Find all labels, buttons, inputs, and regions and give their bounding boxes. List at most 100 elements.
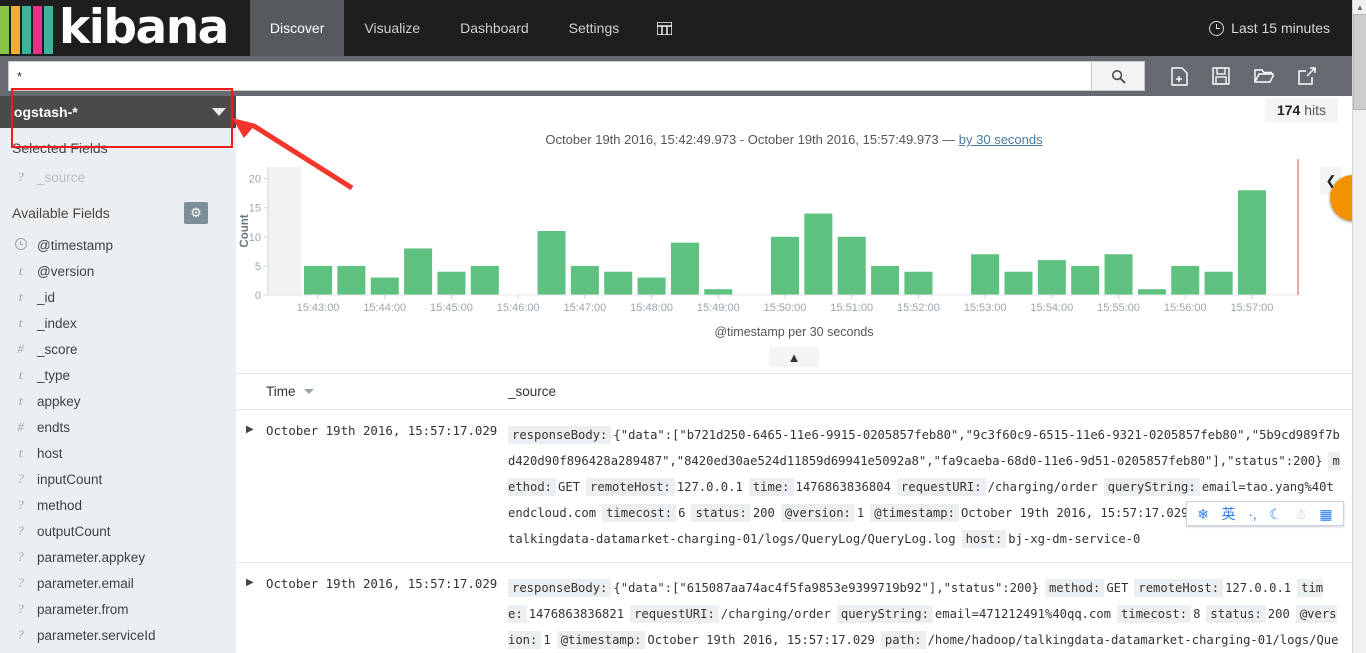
field-item-_index[interactable]: t _index	[0, 310, 236, 336]
field-type-unknown-icon: ?	[17, 471, 24, 486]
source-field-value: October 19th 2016, 15:57:17.029	[647, 633, 875, 647]
column-header-time-label: Time	[266, 384, 296, 399]
source-field-key: remoteHost:	[1134, 579, 1224, 597]
field-name: _id	[37, 289, 56, 305]
field-type-string-icon: t	[18, 289, 23, 304]
table-row[interactable]: ▶ October 19th 2016, 15:57:17.029 response…	[236, 563, 1352, 653]
field-name: method	[37, 497, 83, 513]
field-sidebar: logstash-* ❮ Selected Fields ?_source Av…	[0, 96, 236, 653]
source-field-value: 8	[1193, 607, 1201, 621]
open-search-icon[interactable]	[1254, 68, 1274, 84]
logo-bar	[22, 6, 31, 54]
field-item-_id[interactable]: t _id	[0, 284, 236, 310]
svg-text:15:52:00: 15:52:00	[897, 302, 940, 314]
field-name: parameter.email	[37, 575, 134, 591]
chart-interval-link[interactable]: by 30 seconds	[959, 132, 1043, 147]
scrollbar-thumb[interactable]	[1353, 14, 1366, 110]
english-mode-icon[interactable]: 英	[1222, 507, 1236, 521]
field-item-outputcount[interactable]: ? outputCount	[0, 518, 236, 544]
gear-icon[interactable]: ⚙	[184, 202, 208, 224]
nav-item-visualize[interactable]: Visualize	[344, 0, 440, 56]
source-field-key: responseBody:	[508, 579, 612, 597]
source-field-value: 127.0.0.1	[676, 480, 743, 494]
index-pattern-label: logstash-*	[10, 104, 78, 120]
hits-bar: 174 hits	[236, 96, 1352, 126]
column-header-source[interactable]: _source	[508, 384, 1352, 399]
field-item-_score[interactable]: # _score	[0, 336, 236, 362]
apps-grid-icon[interactable]: ▦	[1319, 507, 1332, 521]
field-item-endts[interactable]: # endts	[0, 414, 236, 440]
page-scrollbar[interactable]: ▲	[1352, 0, 1366, 653]
field-item-parameteremail[interactable]: ? parameter.email	[0, 570, 236, 596]
field-name: @version	[37, 263, 95, 279]
time-picker-button[interactable]: Last 15 minutes	[1209, 0, 1352, 56]
time-picker-label: Last 15 minutes	[1231, 20, 1330, 36]
field-type-string-icon: t	[18, 367, 23, 382]
svg-text:15:53:00: 15:53:00	[964, 302, 1007, 314]
field-item-_source[interactable]: ? _source	[0, 164, 236, 190]
source-field-value: 1	[856, 506, 865, 520]
moon-icon[interactable]: ☾	[1269, 507, 1282, 521]
nav-item-label: Settings	[568, 20, 620, 36]
field-item-host[interactable]: t host	[0, 440, 236, 466]
scroll-up-arrow[interactable]: ▲	[1353, 0, 1366, 14]
field-item-inputcount[interactable]: ? inputCount	[0, 466, 236, 492]
field-type-string-icon: t	[18, 263, 23, 278]
field-name: host	[37, 445, 63, 461]
field-item-method[interactable]: ? method	[0, 492, 236, 518]
column-header-time[interactable]: Time	[236, 384, 508, 399]
sort-descending-icon[interactable]	[304, 389, 315, 394]
field-name: _index	[37, 315, 77, 331]
svg-text:15:50:00: 15:50:00	[764, 302, 807, 314]
nav-item-settings[interactable]: Settings	[549, 0, 640, 56]
new-search-icon[interactable]	[1171, 66, 1188, 86]
selected-fields-list: ? _source	[0, 164, 236, 190]
svg-text:15:43:00: 15:43:00	[297, 302, 340, 314]
search-input[interactable]	[8, 61, 1091, 91]
share-search-icon[interactable]	[1298, 67, 1316, 85]
field-name: parameter.from	[37, 601, 129, 617]
expand-row-icon[interactable]: ▶	[236, 575, 266, 653]
field-item-appkey[interactable]: t appkey	[0, 388, 236, 414]
expand-row-icon[interactable]: ▶	[236, 422, 266, 552]
source-field-value: GET	[558, 480, 581, 494]
search-icon	[1111, 69, 1126, 84]
field-item-parameterappkey[interactable]: ? parameter.appkey	[0, 544, 236, 570]
svg-text:15:49:00: 15:49:00	[697, 302, 740, 314]
search-button[interactable]	[1091, 61, 1145, 91]
nav-item-discover[interactable]: Discover	[249, 0, 345, 64]
punctuation-icon[interactable]: ·,	[1248, 507, 1257, 521]
svg-text:15:45:00: 15:45:00	[430, 302, 473, 314]
source-field-key: @timestamp:	[870, 504, 959, 522]
table-row[interactable]: ▶ October 19th 2016, 15:57:17.029 response…	[236, 410, 1352, 563]
toggle-chart-button[interactable]: ▲	[769, 347, 819, 367]
kibana-logo: kibana	[0, 0, 229, 56]
source-field-value: {"data":["b721d250-6465-11e6-9915-020585…	[508, 428, 1340, 468]
nav-item-dashboard[interactable]: Dashboard	[440, 0, 549, 56]
available-fields-heading-row: Available Fields ⚙	[0, 190, 236, 232]
source-field-value: bj-xg-dm-service-0	[1008, 532, 1141, 546]
field-name: appkey	[37, 393, 81, 409]
documents-table: Time _source ▶ October 19th 2016, 15:57:1…	[236, 373, 1352, 653]
index-pattern-selector[interactable]: logstash-*	[0, 96, 236, 128]
source-field-value: GET	[1106, 581, 1129, 595]
nav-items: Discover Visualize Dashboard Settings	[249, 0, 640, 64]
paw-icon[interactable]: ❄	[1197, 507, 1209, 521]
source-field-value: 1476863836804	[795, 480, 891, 494]
save-search-icon[interactable]	[1212, 67, 1230, 85]
source-field-key: time:	[748, 478, 794, 496]
grid-icon[interactable]	[639, 0, 690, 56]
field-name: _type	[37, 367, 71, 383]
source-field-key: @version:	[780, 504, 855, 522]
source-field-key: responseBody:	[508, 426, 612, 444]
field-item-version[interactable]: t @version	[0, 258, 236, 284]
field-item-parameterfrom[interactable]: ? parameter.from	[0, 596, 236, 622]
chart-time-range: October 19th 2016, 15:42:49.973 - Octobe…	[236, 126, 1352, 147]
field-item-parameterserviceid[interactable]: ? parameter.serviceId	[0, 622, 236, 648]
user-icon[interactable]: ☃	[1294, 507, 1307, 521]
source-field-value: 1476863836821	[528, 607, 625, 621]
selected-fields-heading: Selected Fields	[12, 140, 108, 156]
field-item-_type[interactable]: t _type	[0, 362, 236, 388]
histogram-chart: 0 5 10 15 20 Count 15:43:00 15:44:00 15:45:00 15:…	[236, 153, 1352, 323]
field-item-timestamp[interactable]: @timestamp	[0, 232, 236, 258]
